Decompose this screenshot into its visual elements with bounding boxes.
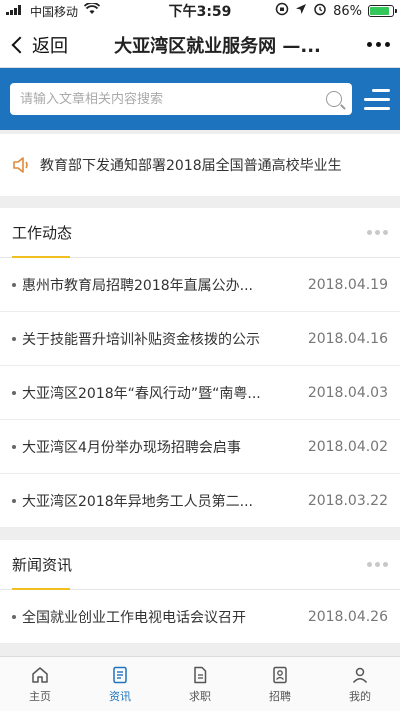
list-item-date: 2018.04.19 <box>307 276 388 293</box>
search-header <box>0 68 400 130</box>
status-bar: 中国移动 下午3:59 86% <box>0 0 400 22</box>
back-button[interactable]: 返回 <box>10 32 68 58</box>
menu-icon[interactable] <box>362 88 390 110</box>
bullet-icon <box>12 444 16 449</box>
list-item[interactable]: 惠州市教育局招聘2018年直属公办... 2018.04.19 <box>0 258 400 312</box>
tab-label: 资讯 <box>109 689 131 703</box>
announcement-text: 教育部下发通知部署2018届全国普通高校毕业生 <box>40 158 342 174</box>
list-item[interactable]: 大亚湾区4月份举办现场招聘会启事 2018.04.02 <box>0 420 400 474</box>
section-title: 新闻资讯 <box>12 556 73 574</box>
user-icon <box>350 665 370 685</box>
menu-line <box>364 106 390 110</box>
home-icon <box>30 665 50 685</box>
search-input[interactable] <box>20 91 326 107</box>
list-item-date: 2018.04.02 <box>307 438 388 455</box>
section-title: 工作动态 <box>12 224 73 242</box>
battery-percent: 86% <box>333 3 362 19</box>
bullet-icon <box>12 390 16 395</box>
back-label: 返回 <box>32 35 68 57</box>
list-item-title: 大亚湾区2018年异地务工人员第二... <box>22 493 253 510</box>
section-more-button[interactable] <box>367 230 388 235</box>
list-item-date: 2018.04.26 <box>307 608 388 625</box>
tab-label: 招聘 <box>269 689 291 703</box>
tab-label: 求职 <box>189 689 211 703</box>
location-icon <box>295 3 307 19</box>
alarm-icon <box>313 2 327 20</box>
recruit-icon <box>270 665 290 685</box>
resume-icon <box>190 665 210 685</box>
tab-label: 主页 <box>29 689 51 703</box>
more-dot-icon <box>385 42 390 47</box>
list-item-title: 惠州市教育局招聘2018年直属公办... <box>22 277 253 294</box>
more-dot-icon <box>383 562 388 567</box>
more-dot-icon <box>375 230 380 235</box>
bullet-icon <box>12 498 16 503</box>
more-dot-icon <box>375 562 380 567</box>
section-underline <box>12 588 70 590</box>
status-left: 中国移动 <box>6 2 101 20</box>
menu-line <box>372 88 390 92</box>
wifi-icon <box>83 2 101 19</box>
list-item[interactable]: 关于技能晋升培训补贴资金核拨的公示 2018.04.16 <box>0 312 400 366</box>
section-header: 新闻资讯 <box>0 540 400 590</box>
more-dot-icon <box>376 42 381 47</box>
news-icon <box>110 665 130 685</box>
announcement-bar[interactable]: 教育部下发通知部署2018届全国普通高校毕业生 <box>0 134 400 196</box>
carrier-name: 中国移动 <box>30 4 79 19</box>
list-item-title: 关于技能晋升培训补贴资金核拨的公示 <box>22 331 260 348</box>
tab-home[interactable]: 主页 <box>0 657 80 711</box>
list-item[interactable]: 全国就业创业工作电视电话会议召开 2018.04.26 <box>0 590 400 644</box>
lock-rotation-icon <box>275 2 289 20</box>
signal-icon <box>6 4 24 19</box>
list-item-date: 2018.03.22 <box>307 492 388 509</box>
bullet-icon <box>12 282 16 287</box>
section-work-news: 工作动态 惠州市教育局招聘2018年直属公办... 2018.04.19 关于技… <box>0 208 400 528</box>
more-options-button[interactable] <box>367 42 390 47</box>
list-item-title: 全国就业创业工作电视电话会议召开 <box>22 609 246 626</box>
bullet-icon <box>12 336 16 341</box>
section-news: 新闻资讯 全国就业创业工作电视电话会议召开 2018.04.26 <box>0 540 400 644</box>
tab-news[interactable]: 资讯 <box>80 657 160 711</box>
page-title: 大亚湾区就业服务网 —... <box>114 35 321 57</box>
search-box <box>10 83 352 115</box>
section-more-button[interactable] <box>367 562 388 567</box>
more-dot-icon <box>367 562 372 567</box>
section-header: 工作动态 <box>0 208 400 258</box>
tab-jobseek[interactable]: 求职 <box>160 657 240 711</box>
chevron-left-icon <box>11 36 29 53</box>
search-icon[interactable] <box>326 91 342 107</box>
list-item-date: 2018.04.16 <box>307 330 388 347</box>
section-underline <box>12 256 70 258</box>
tab-recruit[interactable]: 招聘 <box>240 657 320 711</box>
more-dot-icon <box>367 42 372 47</box>
list-item[interactable]: 大亚湾区2018年异地务工人员第二... 2018.03.22 <box>0 474 400 528</box>
bullet-icon <box>12 614 16 619</box>
list-item-title: 大亚湾区2018年“春风行动”暨“南粤... <box>22 385 261 402</box>
tab-me[interactable]: 我的 <box>320 657 400 711</box>
status-right: 86% <box>275 2 397 20</box>
more-dot-icon <box>367 230 372 235</box>
more-dot-icon <box>383 230 388 235</box>
list-item-date: 2018.04.03 <box>307 384 388 401</box>
battery-fill <box>370 7 389 15</box>
bottom-tab-bar: 主页 资讯 求职 招聘 我的 <box>0 656 400 711</box>
list-item[interactable]: 大亚湾区2018年“春风行动”暨“南粤... 2018.04.03 <box>0 366 400 420</box>
navigation-bar: 返回 大亚湾区就业服务网 —... <box>0 22 400 68</box>
battery-icon <box>368 5 397 17</box>
list-item-title: 大亚湾区4月份举办现场招聘会启事 <box>22 439 241 456</box>
speaker-icon <box>12 156 30 174</box>
tab-label: 我的 <box>349 689 371 703</box>
menu-line <box>364 97 390 101</box>
